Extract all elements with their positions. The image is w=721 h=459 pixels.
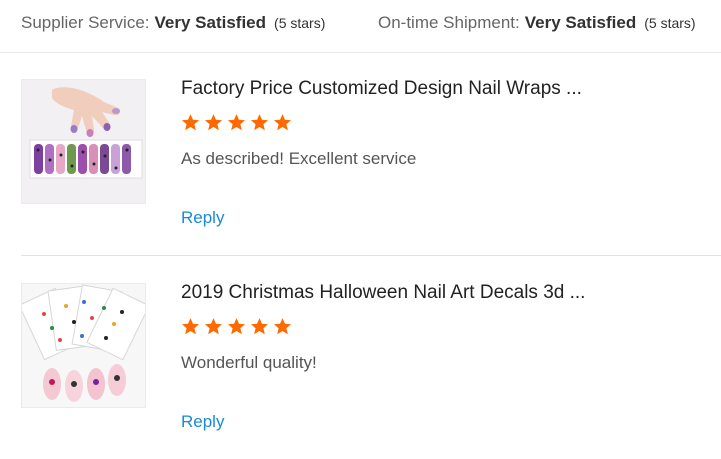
nail-decals-illustration bbox=[22, 284, 145, 407]
shipment-summary: On-time Shipment: Very Satisfied (5 stars) bbox=[378, 13, 696, 33]
supplier-service-summary: Supplier Service: Very Satisfied (5 stars) bbox=[21, 13, 325, 33]
review-item: 2019 Christmas Halloween Nail Art Decals… bbox=[0, 257, 721, 459]
reply-link[interactable]: Reply bbox=[181, 208, 224, 228]
star-icon bbox=[227, 114, 246, 131]
reply-link[interactable]: Reply bbox=[181, 412, 224, 432]
star-icon bbox=[273, 114, 292, 131]
nail-wraps-product-image[interactable] bbox=[21, 79, 146, 204]
star-icon bbox=[181, 114, 200, 131]
rating-summary-bar: Supplier Service: Very Satisfied (5 stars)… bbox=[0, 0, 721, 53]
supplier-service-label: Supplier Service: bbox=[21, 13, 150, 32]
star-rating bbox=[181, 113, 292, 132]
star-icon bbox=[250, 114, 269, 131]
supplier-service-stars: (5 stars) bbox=[274, 15, 326, 31]
review-comment: Wonderful quality! bbox=[181, 353, 317, 372]
shipment-label: On-time Shipment: bbox=[378, 13, 520, 32]
star-icon bbox=[181, 318, 200, 335]
review-divider bbox=[21, 255, 721, 256]
product-title[interactable]: Factory Price Customized Design Nail Wra… bbox=[181, 78, 582, 100]
supplier-service-value: Very Satisfied bbox=[154, 13, 267, 32]
star-rating bbox=[181, 317, 292, 336]
star-icon bbox=[250, 318, 269, 335]
nail-wraps-illustration bbox=[22, 80, 145, 203]
review-item: Factory Price Customized Design Nail Wra… bbox=[0, 53, 721, 256]
review-comment: As described! Excellent service bbox=[181, 149, 417, 168]
shipment-stars: (5 stars) bbox=[644, 15, 696, 31]
star-icon bbox=[227, 318, 246, 335]
shipment-value: Very Satisfied bbox=[524, 13, 637, 32]
star-icon bbox=[204, 114, 223, 131]
star-icon bbox=[204, 318, 223, 335]
nail-decals-product-image[interactable] bbox=[21, 283, 146, 408]
star-icon bbox=[273, 318, 292, 335]
product-title[interactable]: 2019 Christmas Halloween Nail Art Decals… bbox=[181, 282, 585, 304]
